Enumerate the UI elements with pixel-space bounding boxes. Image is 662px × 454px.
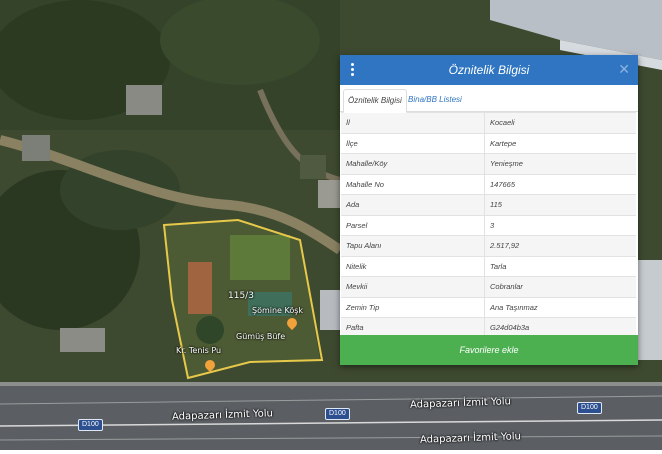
road-shield: D100 xyxy=(325,408,350,420)
attribute-key: Zemin Tip xyxy=(341,296,485,318)
attribute-table: İl Kocaeli İlçe Kartepe Mahalle/Köy Yenieşme M… xyxy=(341,112,636,338)
attribute-key: Tapu Alanı xyxy=(341,235,485,256)
tab-building-list[interactable]: Bina/BB Listesi xyxy=(404,89,466,111)
tab-attribute-info[interactable]: Öznitelik Bilgisi xyxy=(343,89,407,113)
attribute-value: 115 xyxy=(484,194,636,215)
attribute-value: Kartepe xyxy=(484,132,636,154)
table-row: Mahalle/Köy Yenieşme xyxy=(341,153,636,174)
table-row: Ada 115 xyxy=(341,194,636,215)
table-row: Zemin Tip Ana Taşınmaz xyxy=(341,296,636,318)
table-row: İl Kocaeli xyxy=(341,112,636,133)
road-shield: D100 xyxy=(577,402,602,414)
attribute-key: Parsel xyxy=(341,214,485,236)
panel-tabs: Öznitelik Bilgisi Bina/BB Listesi xyxy=(340,85,638,113)
attribute-value: Tarla xyxy=(484,255,636,277)
attribute-key: Mevkii xyxy=(341,276,485,297)
attribute-value: 2.517,92 xyxy=(484,235,636,256)
table-row: Mahalle No 147665 xyxy=(341,173,636,195)
attribute-value: Ana Taşınmaz xyxy=(484,296,636,318)
poi-label-tenis[interactable]: Kr. Tenis Pu xyxy=(176,346,221,355)
attribute-value: 3 xyxy=(484,214,636,236)
attribute-value: Cobranlar xyxy=(484,276,636,297)
attribute-key: Mahalle No xyxy=(341,173,485,195)
poi-label-gumus-bufe[interactable]: Gümüş Büfe xyxy=(236,332,285,341)
attribute-key: İlçe xyxy=(341,132,485,154)
poi-label-somine-kosk[interactable]: Şömine Köşk xyxy=(252,306,303,315)
attribute-value: Yenieşme xyxy=(484,153,636,174)
panel-title: Öznitelik Bilgisi xyxy=(448,63,530,77)
attribute-key: Ada xyxy=(341,194,485,215)
panel-header: Öznitelik Bilgisi ✕ xyxy=(340,55,638,85)
attribute-value: Kocaeli xyxy=(484,112,636,133)
parcel-label: 115/3 xyxy=(228,291,254,301)
add-to-favorites-button[interactable]: Favorilere ekle xyxy=(340,335,638,365)
attribute-key: İl xyxy=(341,112,485,133)
table-row: Parsel 3 xyxy=(341,214,636,236)
table-row: Tapu Alanı 2.517,92 xyxy=(341,235,636,256)
road-shield: D100 xyxy=(78,419,103,431)
attribute-value: 147665 xyxy=(484,173,636,195)
attribute-info-panel: Öznitelik Bilgisi ✕ Öznitelik Bilgisi Bi… xyxy=(340,55,638,365)
attribute-key: Mahalle/Köy xyxy=(341,153,485,174)
table-row: Mevkii Cobranlar xyxy=(341,276,636,297)
close-icon[interactable]: ✕ xyxy=(618,61,630,77)
table-row: Nitelik Tarla xyxy=(341,255,636,277)
table-row: İlçe Kartepe xyxy=(341,132,636,154)
attribute-key: Nitelik xyxy=(341,255,485,277)
